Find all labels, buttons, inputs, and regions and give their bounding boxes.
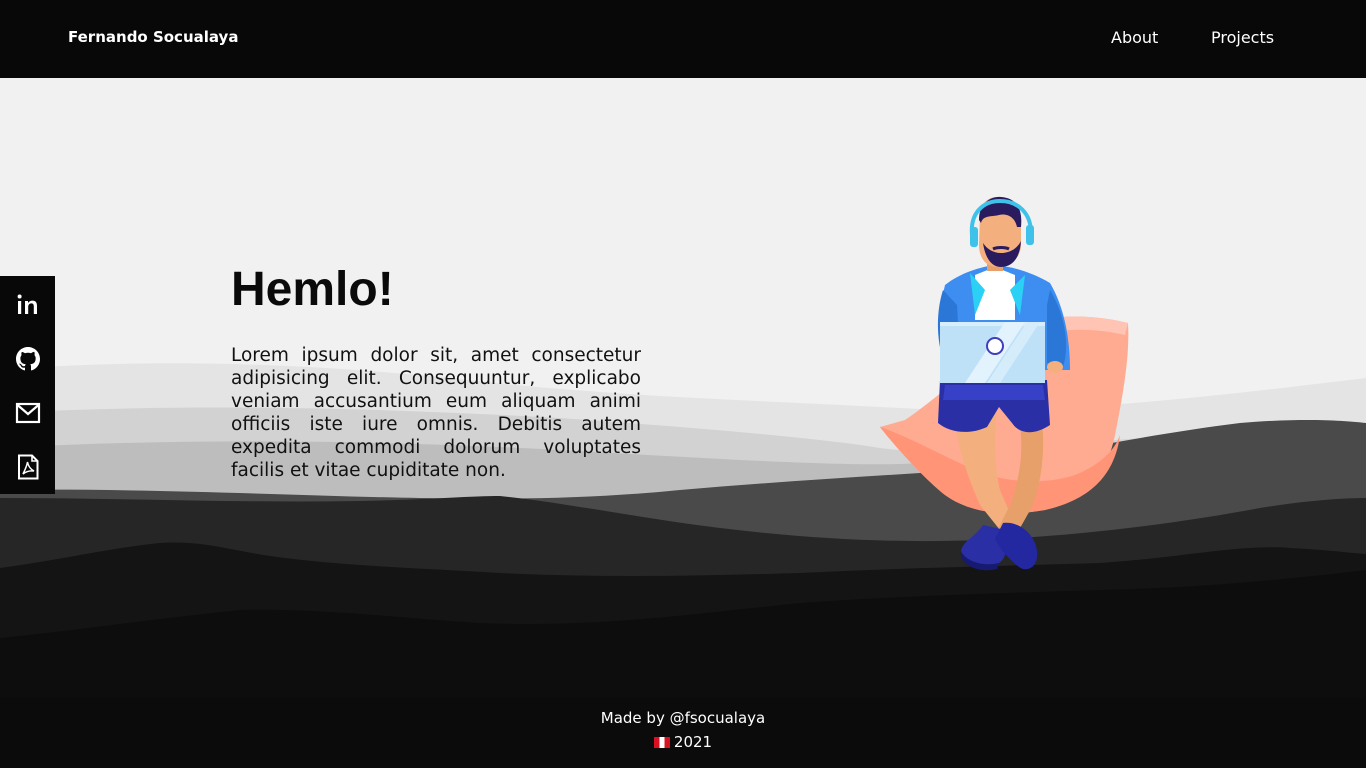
mountain-landscape	[0, 363, 1366, 768]
linkedin-icon	[17, 294, 37, 314]
email-link[interactable]	[0, 386, 55, 440]
nav-link-about[interactable]: About	[1111, 28, 1158, 47]
social-sidebar	[0, 276, 55, 494]
resume-pdf-link[interactable]	[0, 440, 55, 494]
pdf-icon	[17, 454, 38, 480]
developer-illustration	[880, 196, 1129, 571]
brand-name[interactable]: Fernando Socualaya	[68, 28, 238, 46]
nav-link-projects[interactable]: Projects	[1211, 28, 1274, 47]
email-icon	[15, 402, 40, 424]
github-icon	[15, 347, 40, 371]
footer-year: 2021	[673, 733, 713, 751]
hero-description: Lorem ipsum dolor sit, amet consectetur …	[231, 345, 641, 481]
linkedin-link[interactable]	[0, 278, 55, 332]
footer-year-line: 2021	[0, 730, 1366, 754]
footer: Made by @fsocualaya 2021	[0, 706, 1366, 754]
hero-title: Hemlo!	[231, 263, 394, 316]
navbar: Fernando Socualaya About Projects	[0, 0, 1366, 78]
github-link[interactable]	[0, 332, 55, 386]
peru-flag-icon	[653, 737, 670, 748]
footer-credit: Made by @fsocualaya	[600, 709, 766, 727]
